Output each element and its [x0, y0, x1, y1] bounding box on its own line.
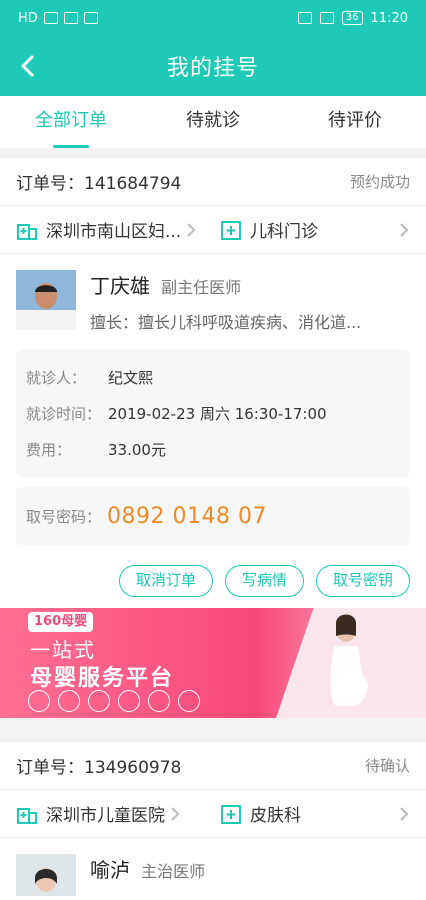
doctor-avatar [16, 854, 76, 900]
back-arrow-icon[interactable] [14, 50, 46, 82]
order-actions: 取消订单 写病情 取号密钥 [0, 545, 426, 611]
department-name: 皮肤科 [250, 806, 301, 826]
chevron-right-icon [187, 222, 196, 237]
doctor-avatar [16, 270, 76, 330]
message-icon [83, 12, 98, 24]
order-tabs: 全部订单 待就诊 待评价 [0, 96, 426, 148]
order-header: 订单号：134960978 待确认 [0, 742, 426, 790]
doctor-info[interactable]: 丁庆雄 副主任医师 擅长：擅长儿科呼吸道疾病、消化道... [0, 254, 426, 349]
banner-service-icons [28, 690, 200, 712]
service-icon [148, 690, 170, 712]
service-icon [178, 690, 200, 712]
order-status: 待确认 [364, 757, 410, 775]
order-header: 订单号：141684794 预约成功 [0, 158, 426, 206]
department-link[interactable]: 儿科门诊 [206, 217, 410, 242]
hospital-icon [17, 807, 37, 824]
eye-icon [297, 12, 312, 24]
pregnant-woman-image [330, 614, 368, 706]
hospital-link[interactable]: 深圳市儿童医院 [16, 801, 206, 826]
service-icon [28, 690, 50, 712]
doctor-name: 丁庆雄 [90, 274, 150, 298]
doctor-title: 副主任医师 [161, 278, 242, 297]
doctor-specialty: 擅长：擅长儿科呼吸道疾病、消化道... [90, 313, 362, 332]
hospital-name: 深圳市儿童医院 [46, 806, 165, 826]
department-name: 儿科门诊 [250, 222, 318, 242]
patient-name: 纪文熙 [108, 368, 154, 387]
chevron-right-icon [400, 222, 409, 237]
doctor-info[interactable]: 喻泸 主治医师 [0, 838, 426, 900]
banner-line1: 一站式 [30, 638, 96, 662]
department-link[interactable]: 皮肤科 [206, 801, 410, 826]
order-status: 预约成功 [349, 173, 410, 191]
nav-bar: 我的挂号 [0, 36, 426, 96]
pickup-code-box: 取号密码： 0892 0148 07 [16, 487, 410, 545]
order-card: 订单号：134960978 待确认 深圳市儿童医院 皮肤科 喻泸 主治医师 [0, 742, 426, 900]
hospital-link[interactable]: 深圳市南山区妇... [16, 217, 206, 242]
order-number: 订单号：141684794 [16, 174, 182, 194]
pickup-code: 0892 0148 07 [107, 503, 267, 529]
visit-time: 2019-02-23 周六 16:30-17:00 [108, 404, 327, 423]
status-bar: HD 36 11:20 [0, 0, 426, 36]
order-card: 订单号：141684794 预约成功 深圳市南山区妇... 儿科门诊 丁庆雄 副… [0, 158, 426, 610]
service-icon [88, 690, 110, 712]
hd-indicator: HD [18, 10, 38, 26]
service-icon [118, 690, 140, 712]
signal-icon [43, 12, 58, 24]
order-number: 订单号：134960978 [16, 758, 182, 778]
hospital-icon [17, 223, 37, 240]
fee-label: 费用： [26, 440, 72, 459]
tab-pending-review[interactable]: 待评价 [284, 96, 426, 148]
service-icon [58, 690, 80, 712]
hospital-name: 深圳市南山区妇... [46, 222, 182, 242]
wifi-icon [63, 12, 78, 24]
fee-value: 33.00元 [108, 440, 166, 459]
battery-icon: 36 [341, 11, 363, 25]
doctor-name: 喻泸 [90, 858, 130, 882]
tab-pending-visit[interactable]: 待就诊 [142, 96, 284, 148]
promo-banner[interactable]: 160母婴 一站式 母婴服务平台 [0, 608, 426, 718]
cancel-order-button[interactable]: 取消订单 [118, 565, 213, 597]
department-icon [221, 804, 241, 824]
appointment-details: 就诊人： 纪文熙 就诊时间： 2019-02-23 周六 16:30-17:00… [16, 349, 410, 477]
visit-time-label: 就诊时间： [26, 404, 102, 423]
pickup-code-label: 取号密码： [26, 507, 102, 526]
pickup-key-button[interactable]: 取号密钥 [315, 565, 410, 597]
patient-label: 就诊人： [26, 368, 87, 387]
department-icon [221, 220, 241, 240]
write-condition-button[interactable]: 写病情 [224, 565, 304, 597]
chevron-right-icon [400, 806, 409, 821]
hospital-department-row: 深圳市儿童医院 皮肤科 [0, 790, 426, 838]
clock: 11:20 [370, 10, 408, 26]
page-title: 我的挂号 [166, 56, 259, 81]
banner-brand-logo: 160母婴 [28, 612, 94, 632]
banner-line2: 母婴服务平台 [30, 666, 175, 691]
hospital-department-row: 深圳市南山区妇... 儿科门诊 [0, 206, 426, 254]
alarm-icon [319, 12, 334, 24]
doctor-title: 主治医师 [141, 862, 206, 881]
chevron-right-icon [171, 806, 180, 821]
tab-all-orders[interactable]: 全部订单 [0, 96, 142, 148]
